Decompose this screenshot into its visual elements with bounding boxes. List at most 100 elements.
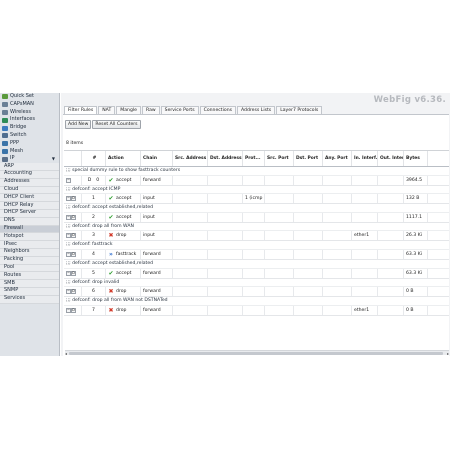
disable-rule-icon[interactable]: D (71, 233, 76, 239)
ppp-icon (2, 141, 8, 147)
tab-address-lists[interactable]: Address Lists (237, 106, 276, 114)
capsman-icon (2, 102, 8, 108)
rule-comment: ;;; defconf: accept ICMP (64, 186, 449, 195)
reset-all-counters-button[interactable]: Reset All Counters (92, 120, 141, 129)
sidebar-item-switch[interactable]: Switch (0, 131, 59, 140)
sidebar-item-wireless[interactable]: Wireless (0, 108, 59, 117)
rule-src-address (173, 194, 208, 204)
row-controls: − D (64, 268, 82, 278)
rule-protocol (243, 287, 265, 297)
table-row[interactable]: − D 7 ✖ drop forward ether1 0 B (64, 305, 449, 316)
rule-any-port (323, 268, 352, 278)
sidebar-item-mesh[interactable]: Mesh (0, 147, 59, 156)
rule-dst-port (294, 249, 323, 259)
filter-rules-table: # Action Chain Src. Address Dst. Address Prot… (64, 150, 449, 316)
tab-filter-rules[interactable]: Filter Rules (64, 106, 98, 114)
rule-action-label: drop (116, 289, 127, 295)
disable-rule-icon[interactable]: D (71, 196, 76, 202)
rule-in-interface (352, 249, 378, 259)
sidebar-subitem-services[interactable]: Services (0, 295, 59, 304)
rule-chain: forward (141, 305, 173, 315)
rule-dst-address (208, 249, 243, 259)
rule-action-label: fasttrack (116, 251, 137, 257)
rule-action-label: drop (116, 233, 127, 239)
rule-chain: forward (141, 268, 173, 278)
fasttrack-icon: » (109, 250, 113, 258)
rule-bytes: 63.3 Ki (404, 249, 428, 259)
sidebar-item-label: CAPsMAN (10, 100, 34, 107)
rule-dst-address (208, 231, 243, 241)
column-header[interactable]: Src. Port (265, 151, 294, 166)
column-header[interactable]: Dst. Address (208, 151, 243, 166)
sidebar-item-interfaces[interactable]: Interfaces (0, 116, 59, 125)
remove-rule-icon[interactable]: − (66, 177, 71, 183)
sidebar-item-capsman[interactable]: CAPsMAN (0, 100, 59, 109)
rule-dst-port (294, 287, 323, 297)
table-row[interactable]: − D 6 ✖ drop forward 0 B (64, 287, 449, 298)
rule-any-port (323, 249, 352, 259)
add-new-button[interactable]: Add New (65, 120, 92, 129)
tab-mangle[interactable]: Mangle (116, 106, 141, 114)
column-header[interactable]: Chain (141, 151, 173, 166)
tab-connections[interactable]: Connections (199, 106, 236, 114)
sidebar-item-label: Bridge (10, 124, 27, 131)
rule-any-port (323, 175, 352, 185)
rule-any-port (323, 194, 352, 204)
column-header[interactable]: Any. Port (323, 151, 352, 166)
rule-in-interface (352, 194, 378, 204)
disable-rule-icon[interactable]: D (71, 214, 76, 220)
disable-rule-icon[interactable]: D (71, 289, 76, 295)
horizontal-scrollbar[interactable]: ◂ ▸ (65, 350, 449, 356)
column-header[interactable]: Prot... (243, 151, 265, 166)
disable-rule-icon[interactable]: D (71, 307, 76, 313)
rule-protocol (243, 249, 265, 259)
disable-rule-icon[interactable]: D (71, 270, 76, 276)
tab-layer7-protocols[interactable]: Layer7 Protocols (276, 106, 323, 114)
rule-action: ✖ drop (106, 231, 141, 241)
tab-nat[interactable]: NAT (98, 106, 116, 114)
table-row[interactable]: − D 4» fasttrack forward 63.3 Ki (64, 249, 449, 260)
column-header[interactable]: In. Interf... (352, 151, 378, 166)
table-row[interactable]: − D 2 ✔ accept input 1117.1 (64, 212, 449, 223)
scroll-left-icon[interactable]: ◂ (65, 351, 67, 356)
tab-raw[interactable]: Raw (141, 106, 160, 114)
column-header[interactable]: Out. Interf... (378, 151, 404, 166)
column-header[interactable] (64, 151, 82, 166)
ip-icon (2, 156, 8, 162)
scrollbar-thumb[interactable] (69, 352, 443, 355)
column-header[interactable]: Dst. Port (294, 151, 323, 166)
disable-rule-icon[interactable]: D (71, 251, 76, 257)
rule-action-label: drop (116, 307, 127, 313)
column-header[interactable]: Action (106, 151, 141, 166)
sidebar-item-quick-set[interactable]: Quick Set (0, 93, 59, 101)
row-controls: − D (64, 231, 82, 241)
rule-chain: input (141, 231, 173, 241)
rule-in-interface (352, 287, 378, 297)
rule-src-port (265, 194, 294, 204)
rule-number: 3 (82, 231, 106, 241)
sidebar-item-ppp[interactable]: PPP (0, 139, 59, 148)
rule-action-label: accept (116, 177, 132, 183)
rule-number: 1 (82, 194, 106, 204)
rule-dst-port (294, 194, 323, 204)
column-header[interactable]: Src. Address (173, 151, 208, 166)
table-row[interactable]: − D 0 ✔ accept forward 3964.5 (64, 175, 449, 186)
rule-number-value: 6 (92, 289, 95, 295)
rule-any-port (323, 231, 352, 241)
table-row[interactable]: − D 3 ✖ drop input ether1 26.3 Ki (64, 231, 449, 242)
table-row[interactable]: − D 5 ✔ accept forward 63.3 Ki (64, 268, 449, 279)
sidebar-menu: Quick Set CAPsMAN Wireless Interfaces Bridge… (0, 93, 60, 356)
table-row[interactable]: − D 1 ✔ accept input 1 (icmp 132 B (64, 194, 449, 205)
scroll-right-icon[interactable]: ▸ (447, 351, 449, 356)
row-controls: − (64, 175, 82, 185)
rule-any-port (323, 212, 352, 222)
sidebar-item-bridge[interactable]: Bridge (0, 124, 59, 132)
row-control-buttons: − D (66, 289, 76, 295)
column-header[interactable]: Bytes (404, 151, 428, 166)
rule-chain: forward (141, 175, 173, 185)
rule-dst-address (208, 212, 243, 222)
item-count: 8 items (66, 141, 84, 146)
column-header[interactable]: # (82, 151, 106, 166)
tab-service-ports[interactable]: Service Ports (160, 106, 199, 114)
row-controls: − D (64, 287, 82, 297)
